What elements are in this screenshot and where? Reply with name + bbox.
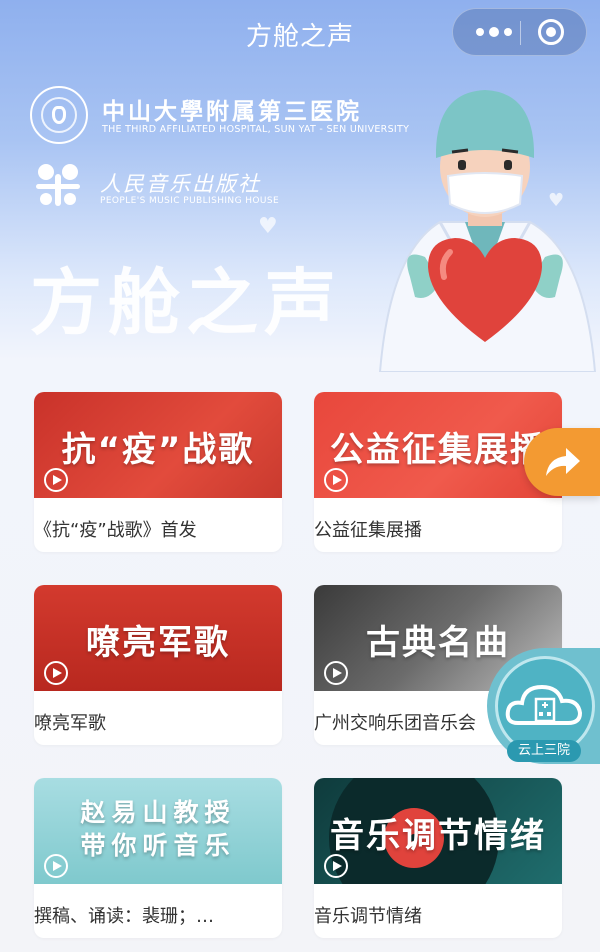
card-yinyue-tiaojie[interactable]: 音乐调节情绪 音乐调节情绪 (314, 778, 562, 938)
play-icon[interactable] (44, 854, 68, 878)
heart-icon: ♥ (258, 214, 278, 239)
thumbnail-title-line1: 赵易山教授 (80, 798, 236, 827)
card-zhao-yishan[interactable]: 赵易山教授 带你听音乐 撰稿、诵读：裴珊；… (34, 778, 282, 938)
card-caption: 音乐调节情绪 (314, 906, 422, 927)
card-thumbnail[interactable]: 嘹亮军歌 (34, 585, 282, 691)
card-caption: 《抗“疫”战歌》首发 (34, 520, 197, 541)
navigation-bar: 方舱之声 (0, 0, 600, 64)
card-thumbnail[interactable]: 抗“疫”战歌 (34, 392, 282, 498)
banner-title: 方舱之声 (30, 261, 343, 345)
play-icon[interactable] (44, 468, 68, 492)
thumbnail-title: 赵易山教授 带你听音乐 (34, 796, 282, 862)
hospital-logo (30, 86, 88, 144)
play-icon[interactable] (324, 661, 348, 685)
card-kangyi-zhange[interactable]: 抗“疫”战歌 《抗“疫”战歌》首发 (34, 392, 282, 552)
capsule-divider (520, 21, 521, 45)
play-icon[interactable] (324, 468, 348, 492)
thumbnail-title: 音乐调节情绪 (330, 816, 546, 856)
hero-banner: 中山大學附属第三医院 THE THIRD AFFILIATED HOSPITAL… (0, 64, 600, 374)
more-icon[interactable] (469, 9, 519, 55)
thumbnail-title: 嘹亮军歌 (86, 623, 230, 663)
publisher-name-en: PEOPLE'S MUSIC PUBLISHING HOUSE (100, 196, 280, 206)
cloud-hospital-button[interactable]: 云上三院 (487, 648, 600, 764)
share-icon (546, 448, 580, 476)
close-circle-icon[interactable] (538, 19, 564, 45)
play-icon[interactable] (324, 854, 348, 878)
share-button[interactable] (524, 428, 600, 496)
publisher-name-cn: 人民音乐出版社 (100, 172, 261, 196)
thumbnail-title-line2: 带你听音乐 (80, 831, 236, 860)
card-thumbnail[interactable]: 赵易山教授 带你听音乐 (34, 778, 282, 884)
card-thumbnail[interactable]: 公益征集展播 (314, 392, 562, 498)
cloud-hospital-label: 云上三院 (507, 740, 581, 762)
card-caption: 嘹亮军歌 (34, 713, 106, 734)
doctor-illustration (378, 90, 597, 372)
mini-program-capsule (452, 8, 587, 56)
card-caption: 公益征集展播 (314, 520, 422, 541)
thumbnail-title: 抗“疫”战歌 (61, 430, 255, 470)
card-caption: 撰稿、诵读：裴珊；… (34, 906, 214, 927)
play-icon[interactable] (44, 661, 68, 685)
hospital-name-cn: 中山大學附属第三医院 (102, 99, 362, 125)
card-thumbnail[interactable]: 音乐调节情绪 (314, 778, 562, 884)
publisher-logo (34, 160, 82, 208)
hospital-name-en: THE THIRD AFFILIATED HOSPITAL, SUN YAT -… (102, 124, 410, 135)
card-liaoliang-junge[interactable]: 嘹亮军歌 嘹亮军歌 (34, 585, 282, 745)
